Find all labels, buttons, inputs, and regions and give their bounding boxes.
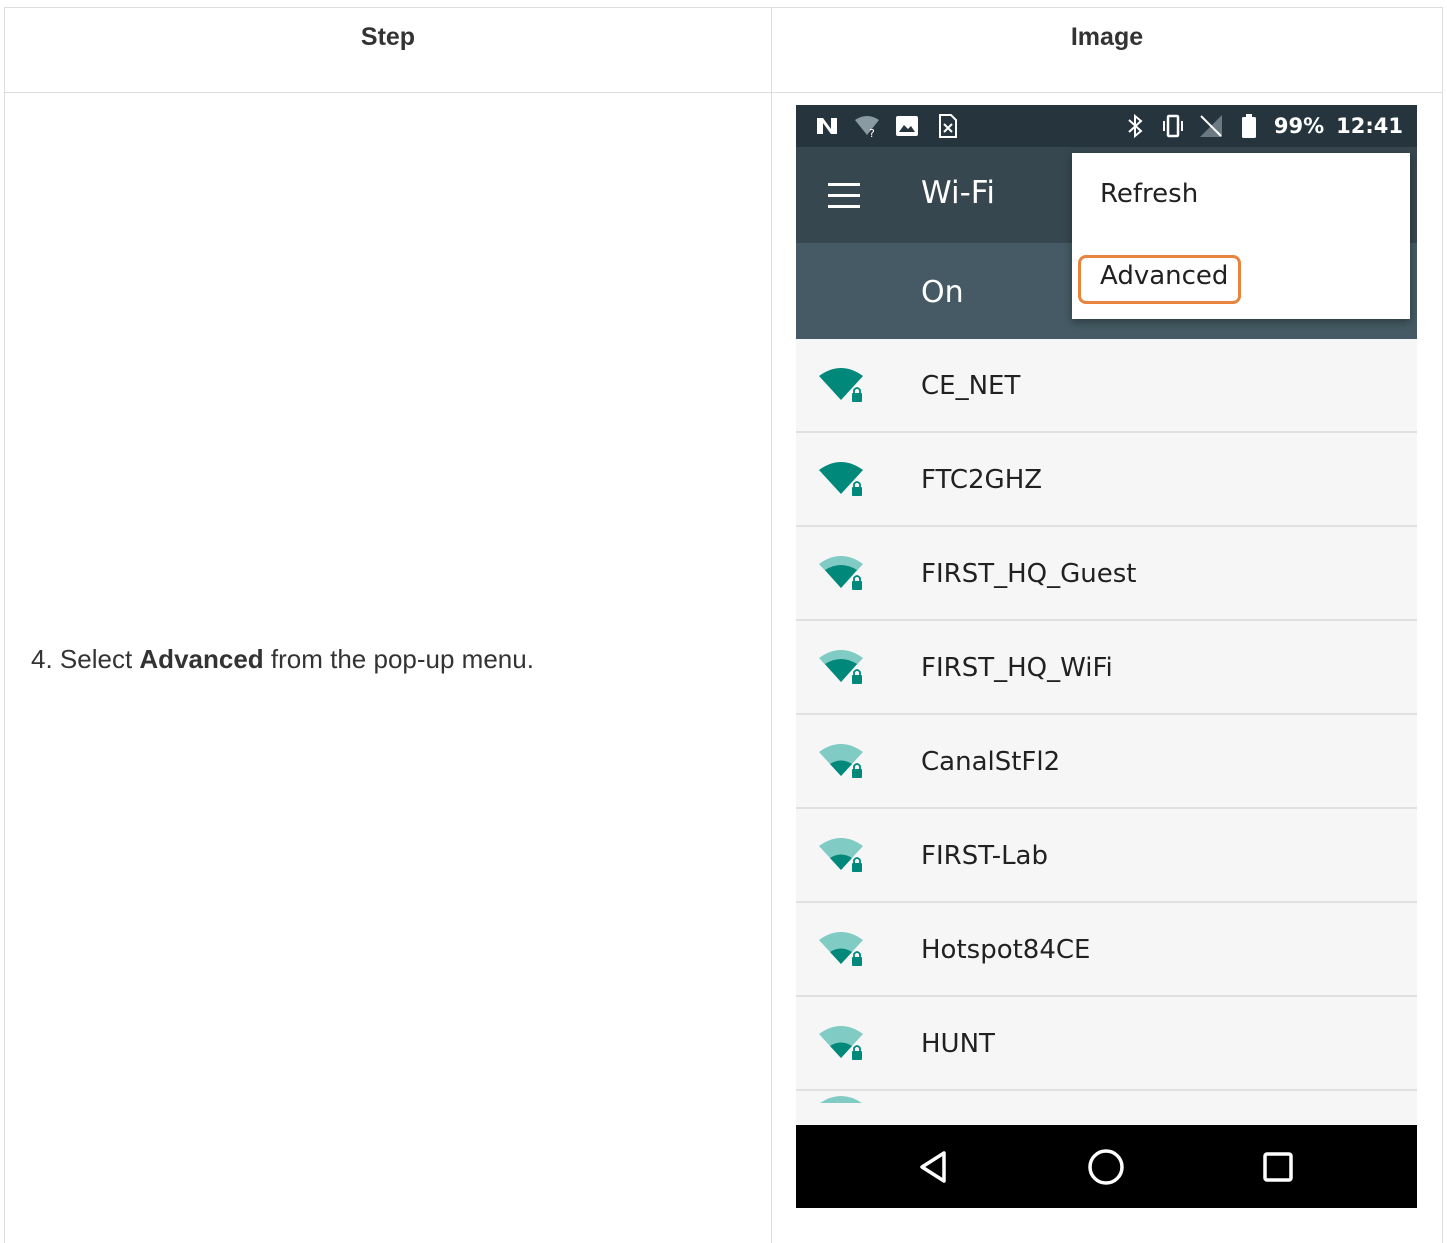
wifi-signal-icon: [819, 744, 863, 778]
status-bar: ? 99% 12:41: [796, 105, 1417, 147]
list-item[interactable]: FTC2GHZ: [796, 433, 1417, 527]
list-item[interactable]: CE_NET: [796, 339, 1417, 433]
app-title: Wi-Fi: [921, 175, 995, 211]
list-item[interactable]: Hotspot84CE: [796, 903, 1417, 997]
list-item[interactable]: FIRST_HQ_Guest: [796, 527, 1417, 621]
list-item[interactable]: FIRST_HQ_WiFi: [796, 621, 1417, 715]
table-header-row: Step Image: [5, 8, 1442, 93]
column-divider: [771, 8, 772, 1243]
network-name: FIRST_HQ_WiFi: [921, 653, 1113, 683]
recents-icon[interactable]: [1258, 1147, 1298, 1187]
bluetooth-icon: [1128, 113, 1143, 139]
wifi-signal-icon: [819, 932, 863, 966]
network-name: FTC2GHZ: [921, 465, 1043, 495]
network-name: HUNT: [921, 1029, 995, 1059]
network-name: FIRST-Lab: [921, 841, 1048, 871]
nfc-icon: [817, 118, 837, 134]
network-name: CanalStFl2: [921, 747, 1061, 777]
wifi-switch-label: On: [921, 275, 964, 310]
wifi-signal-icon: [819, 556, 863, 590]
battery-percent: 99%: [1273, 114, 1325, 138]
wifi-signal-icon: [820, 1096, 862, 1103]
list-item[interactable]: CanalStFl2: [796, 715, 1417, 809]
hamburger-menu-icon[interactable]: [828, 183, 860, 209]
step-prefix: 4. Select: [31, 644, 140, 674]
step-bold-term: Advanced: [139, 644, 264, 674]
wifi-signal-icon: [819, 838, 863, 872]
header-image: Image: [1070, 23, 1144, 51]
list-item[interactable]: FIRST-Lab: [796, 809, 1417, 903]
step-instruction: 4. Select Advanced from the pop-up menu.: [31, 644, 534, 675]
wifi-signal-icon: [819, 1026, 863, 1060]
phone-screenshot: ? 99% 12:41 Wi-Fi On CE_NET FTC2GHZ FIRS…: [796, 105, 1417, 1208]
list-item[interactable]: HUNT: [796, 997, 1417, 1091]
network-name: Hotspot84CE: [921, 935, 1091, 965]
wifi-unknown-icon: ?: [855, 116, 879, 139]
wifi-signal-icon: [819, 462, 863, 496]
wifi-signal-icon: [819, 650, 863, 684]
header-step: Step: [360, 23, 416, 51]
clock-time: 12:41: [1336, 114, 1403, 138]
network-name: CE_NET: [921, 371, 1021, 401]
svg-text:?: ?: [869, 127, 875, 139]
sim-card-icon: [939, 114, 957, 138]
network-name: FIRST_HQ_Guest: [921, 559, 1137, 589]
wifi-signal-icon: [819, 368, 863, 402]
menu-item-advanced[interactable]: Advanced: [1100, 261, 1228, 291]
home-icon[interactable]: [1086, 1147, 1126, 1187]
step-suffix: from the pop-up menu.: [263, 644, 534, 674]
overflow-popup-menu: Refresh Advanced: [1072, 153, 1410, 319]
wifi-network-list: CE_NET FTC2GHZ FIRST_HQ_Guest FIRST_HQ_WiFi…: [796, 339, 1417, 1091]
image-icon: [896, 116, 918, 136]
menu-item-refresh[interactable]: Refresh: [1100, 179, 1198, 209]
back-icon[interactable]: [914, 1147, 954, 1187]
battery-icon: [1241, 114, 1256, 138]
no-signal-icon: [1199, 115, 1222, 137]
navigation-bar: [796, 1125, 1417, 1208]
vibrate-icon: [1162, 114, 1183, 138]
